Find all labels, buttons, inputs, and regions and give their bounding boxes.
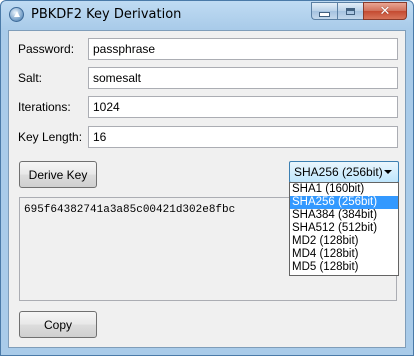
salt-label: Salt:	[18, 71, 43, 85]
title-bar[interactable]: PBKDF2 Key Derivation ✕	[1, 1, 413, 29]
derive-key-button[interactable]: Derive Key	[19, 161, 97, 188]
caption-buttons: ✕	[311, 2, 407, 20]
hash-option[interactable]: SHA1 (160bit)	[290, 183, 398, 196]
hash-algorithm-select[interactable]: SHA256 (256bit)	[289, 161, 399, 183]
salt-field[interactable]: somesalt	[88, 67, 398, 89]
hash-option[interactable]: MD2 (128bit)	[290, 235, 398, 248]
chevron-down-icon[interactable]	[384, 170, 392, 174]
app-window: PBKDF2 Key Derivation ✕ Password: passph…	[0, 0, 414, 356]
close-icon: ✕	[379, 3, 391, 19]
iterations-label: Iterations:	[18, 100, 71, 114]
hash-selected-value: SHA256 (256bit)	[294, 165, 383, 179]
hash-option[interactable]: SHA256 (256bit)	[290, 196, 398, 209]
app-icon	[9, 7, 24, 22]
dialog-body: Password: passphrase Salt: somesalt Iter…	[8, 30, 406, 348]
iterations-field[interactable]: 1024	[88, 96, 398, 118]
password-field[interactable]: passphrase	[88, 38, 398, 60]
minimize-icon	[319, 11, 330, 17]
close-button[interactable]: ✕	[363, 2, 407, 20]
key-length-label: Key Length:	[18, 130, 83, 144]
window-title: PBKDF2 Key Derivation	[31, 7, 182, 22]
hash-option[interactable]: MD4 (128bit)	[290, 248, 398, 261]
hash-option[interactable]: SHA512 (512bit)	[290, 222, 398, 235]
copy-button[interactable]: Copy	[19, 311, 97, 338]
maximize-icon	[346, 7, 355, 15]
password-label: Password:	[18, 42, 75, 56]
minimize-button[interactable]	[311, 2, 337, 20]
key-length-field[interactable]: 16	[88, 126, 398, 148]
hash-option[interactable]: MD5 (128bit)	[290, 261, 398, 274]
hash-option[interactable]: SHA384 (384bit)	[290, 209, 398, 222]
hash-algorithm-dropdown: SHA1 (160bit) SHA256 (256bit) SHA384 (38…	[289, 182, 399, 276]
maximize-button[interactable]	[337, 2, 363, 20]
